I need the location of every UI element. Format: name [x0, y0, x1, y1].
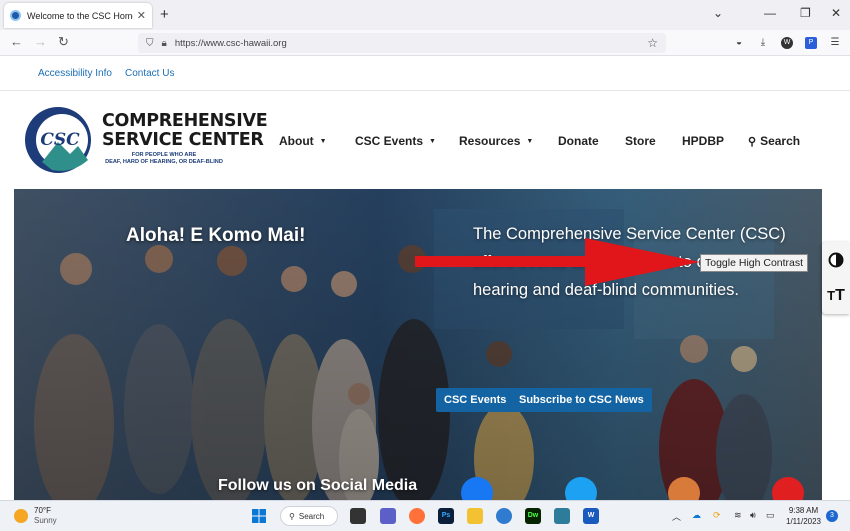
nav-search[interactable]: ⚲ Search: [748, 134, 800, 148]
wifi-icon[interactable]: ≋: [734, 510, 742, 521]
utility-bar: Accessibility Info Contact Us: [0, 57, 850, 91]
nav-donate[interactable]: Donate: [558, 134, 599, 148]
hero-title: Aloha! E Komo Mai!: [126, 225, 306, 246]
clock[interactable]: 9:38 AM 1/11/2023: [786, 505, 821, 527]
toggle-high-contrast-button[interactable]: [822, 242, 850, 278]
csc-logo-icon: CSC: [25, 107, 91, 173]
nav-resources-label: Resources: [459, 134, 521, 148]
restore-icon[interactable]: ❐: [800, 6, 811, 20]
nav-resources[interactable]: Resources ▼: [459, 134, 533, 148]
extension-w-icon[interactable]: W: [781, 37, 793, 49]
start-icon[interactable]: [252, 509, 266, 523]
menu-hamburger-icon[interactable]: ☰: [829, 37, 841, 49]
clock-time: 9:38 AM: [788, 506, 819, 515]
notepad-icon[interactable]: [554, 508, 570, 524]
back-icon[interactable]: ←: [10, 34, 23, 49]
nav-search-label: Search: [760, 134, 801, 148]
tab-list-chevron-icon[interactable]: ⌄: [713, 6, 723, 20]
logo-line-2: SERVICE CENTER: [102, 130, 264, 150]
browser-tab[interactable]: Welcome to the CSC Home Pag ✕: [4, 3, 152, 28]
accessibility-widget: TT: [822, 242, 850, 314]
logo-tagline-2: DEAF, HARD OF HEARING, OR DEAF-BLIND: [105, 159, 223, 165]
search-icon: ⚲: [289, 511, 295, 521]
weather-temp: 70°F: [34, 506, 51, 515]
task-view-icon[interactable]: [350, 508, 366, 524]
firefox-icon[interactable]: [409, 508, 425, 524]
browser-tab-bar: Welcome to the CSC Home Pag ✕ + ⌄ — ❐ ✕: [0, 0, 850, 30]
contrast-icon: [828, 252, 844, 268]
csc-events-button[interactable]: CSC Events: [436, 388, 515, 412]
nav-about-label: About: [279, 134, 314, 148]
shield-icon[interactable]: ⛉: [146, 38, 154, 49]
volume-icon[interactable]: 🔊︎: [750, 510, 756, 521]
new-tab-icon[interactable]: +: [160, 6, 169, 23]
caret-down-icon: ▼: [429, 138, 436, 145]
logo-wordmark: COMPREHENSIVE SERVICE CENTER: [102, 111, 268, 150]
logo-line-1: COMPREHENSIVE: [102, 111, 268, 131]
text-size-button[interactable]: TT: [822, 278, 850, 314]
tray-chevron-icon[interactable]: ︿: [672, 510, 681, 523]
minimize-icon[interactable]: —: [764, 6, 776, 20]
hero-banner: Aloha! E Komo Mai! The Comprehensive Ser…: [14, 189, 822, 500]
browser-nav-bar: ← → ↻ ⛉ 🔒︎ https://www.csc-hawaii.org ☆ …: [0, 30, 850, 56]
lock-icon[interactable]: 🔒︎: [162, 38, 167, 49]
update-icon[interactable]: ⟳: [713, 510, 721, 521]
text-size-icon: TT: [827, 287, 845, 304]
tab-title: Welcome to the CSC Home Pag: [27, 10, 133, 21]
caret-down-icon: ▼: [319, 138, 327, 145]
nav-store[interactable]: Store: [625, 134, 656, 148]
subscribe-button[interactable]: Subscribe to CSC News: [511, 388, 652, 412]
taskbar-search-label: Search: [298, 511, 325, 521]
logo-tagline: FOR PEOPLE WHO ARE DEAF, HARD OF HEARING…: [104, 152, 224, 166]
download-icon[interactable]: ⤓: [757, 37, 769, 49]
follow-social-heading: Follow us on Social Media: [218, 477, 418, 494]
battery-icon[interactable]: ▭: [766, 510, 775, 521]
url-text[interactable]: https://www.csc-hawaii.org: [175, 38, 287, 49]
site-header: CSC COMPREHENSIVE SERVICE CENTER FOR PEO…: [0, 92, 850, 188]
file-explorer-icon[interactable]: [467, 508, 483, 524]
nav-csc-events[interactable]: CSC Events ▼: [355, 134, 436, 148]
teams-chat-icon[interactable]: [380, 508, 396, 524]
bookmark-star-icon[interactable]: ☆: [647, 36, 658, 50]
nav-events-label: CSC Events: [355, 134, 424, 148]
accessibility-info-link[interactable]: Accessibility Info: [38, 68, 112, 79]
pocket-icon[interactable]: ◒: [733, 37, 745, 49]
taskbar-search[interactable]: ⚲ Search: [280, 506, 338, 526]
nav-about[interactable]: About ▼: [279, 134, 327, 148]
logo-tagline-1: FOR PEOPLE WHO ARE: [131, 152, 197, 158]
weather-condition: Sunny: [34, 516, 57, 525]
app-circle-icon[interactable]: [496, 508, 512, 524]
close-window-icon[interactable]: ✕: [831, 6, 841, 20]
extension-p-icon[interactable]: P: [805, 37, 817, 49]
notification-badge[interactable]: 3: [826, 510, 838, 522]
logo-mark: CSC: [40, 130, 80, 150]
address-bar[interactable]: ⛉ 🔒︎ https://www.csc-hawaii.org ☆: [138, 33, 666, 53]
photoshop-icon[interactable]: Ps: [438, 508, 454, 524]
forward-icon[interactable]: →: [34, 34, 47, 49]
site-favicon-icon: [10, 10, 21, 21]
onedrive-icon[interactable]: ☁: [692, 510, 701, 521]
contact-us-link[interactable]: Contact Us: [125, 68, 174, 79]
close-tab-icon[interactable]: ✕: [137, 9, 146, 22]
weather-widget[interactable]: 70°F Sunny: [14, 506, 57, 526]
dreamweaver-icon[interactable]: Dw: [525, 508, 541, 524]
sun-icon: [14, 509, 28, 523]
site-logo[interactable]: CSC COMPREHENSIVE SERVICE CENTER FOR PEO…: [22, 104, 268, 176]
reload-icon[interactable]: ↻: [58, 34, 69, 50]
caret-down-icon: ▼: [526, 138, 534, 145]
search-icon: ⚲: [748, 136, 757, 148]
clock-date: 1/11/2023: [786, 517, 821, 526]
nav-hpdbp[interactable]: HPDBP: [682, 134, 724, 148]
word-icon[interactable]: W: [583, 508, 599, 524]
high-contrast-tooltip: Toggle High Contrast: [700, 254, 809, 272]
windows-taskbar: 70°F Sunny ⚲ Search Ps Dw W ︿ ☁ ⟳ ≋ 🔊︎ ▭ …: [0, 500, 850, 531]
